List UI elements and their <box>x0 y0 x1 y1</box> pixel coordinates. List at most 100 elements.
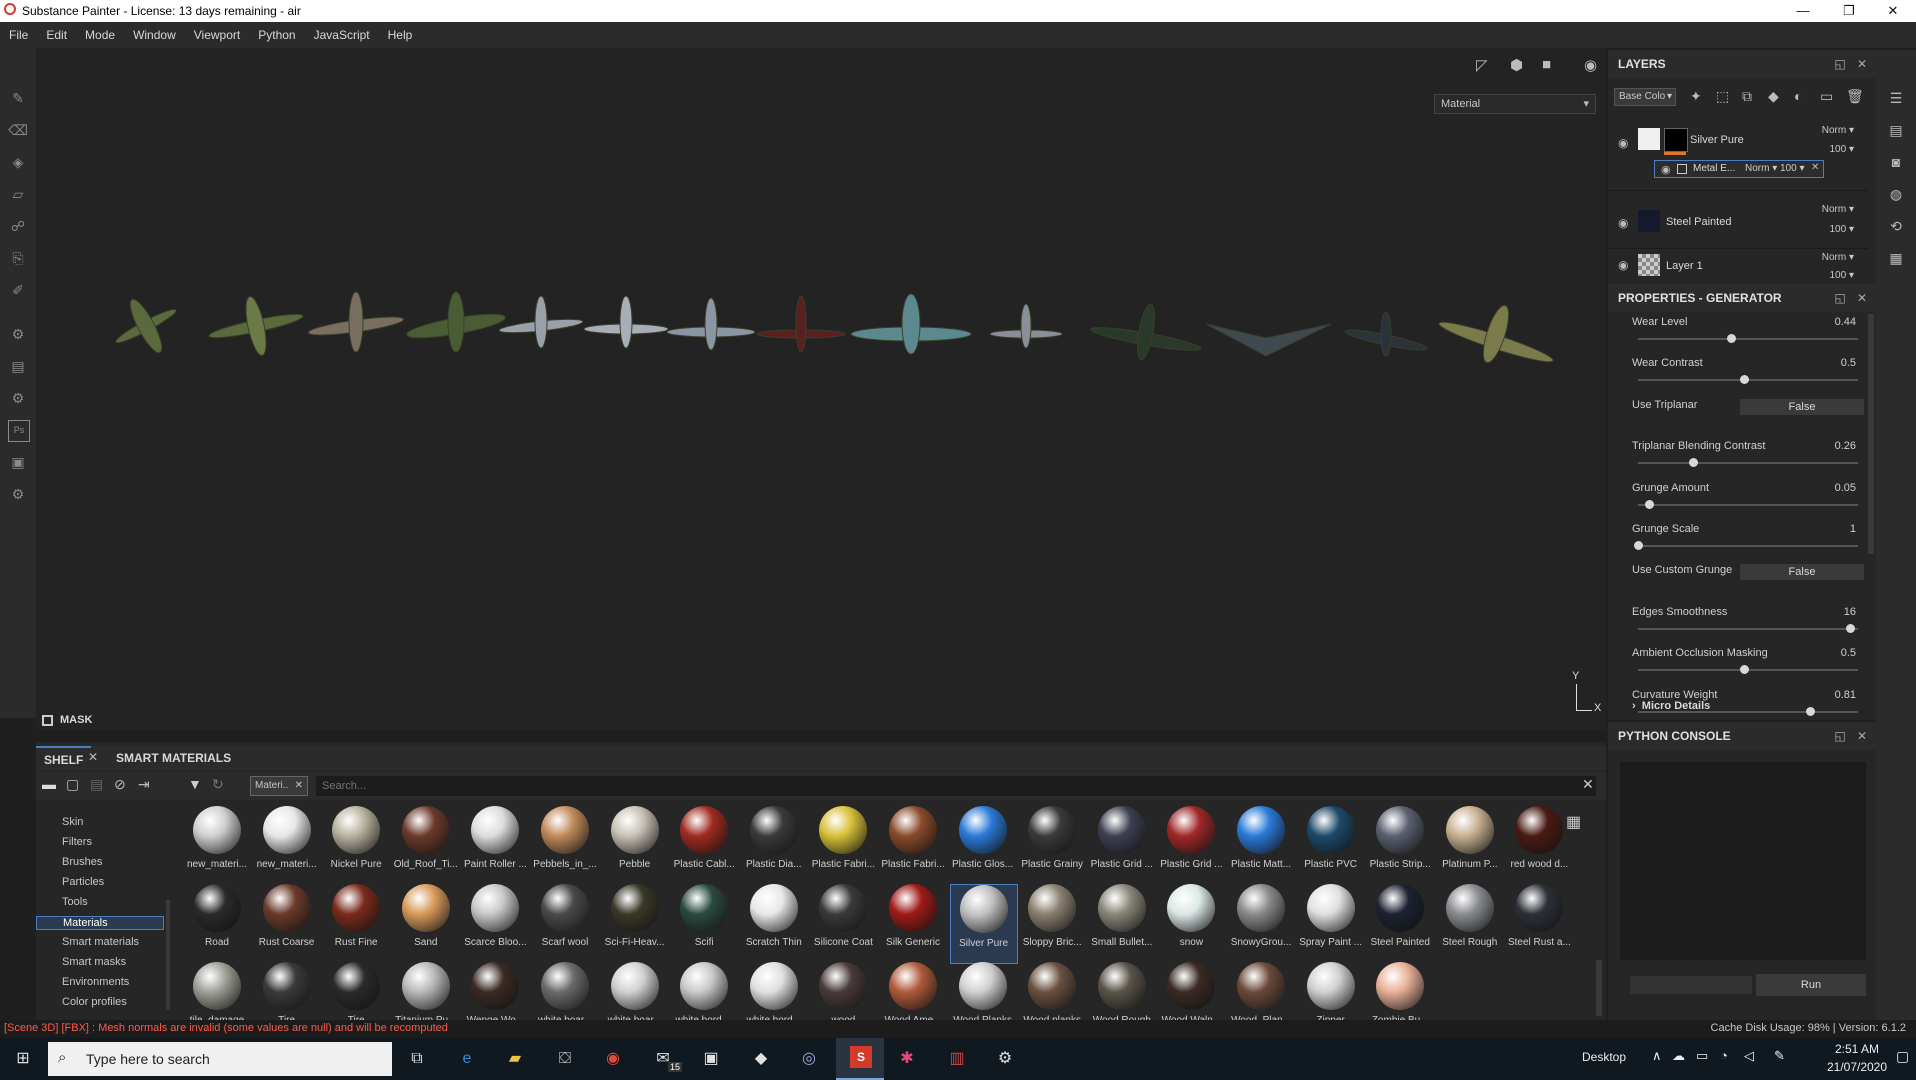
menu-window[interactable]: Window <box>124 22 185 48</box>
save-icon[interactable]: ▤ <box>90 776 103 793</box>
eye-icon[interactable]: ◉ <box>1618 216 1628 230</box>
photoshop-icon[interactable]: Ps <box>8 420 30 442</box>
delete-layer-icon[interactable]: 🗑 <box>1846 88 1864 105</box>
notification-icon[interactable]: ▢ <box>1896 1048 1909 1065</box>
layer-name[interactable]: Steel Painted <box>1666 216 1731 228</box>
slider-handle[interactable] <box>1740 375 1749 385</box>
material-item[interactable]: new_materi... <box>254 806 320 884</box>
close-panel-icon[interactable]: ✕ <box>1852 284 1872 312</box>
wifi-icon[interactable]: ◔ <box>1720 1048 1728 1063</box>
menu-edit[interactable]: Edit <box>37 22 76 48</box>
material-item[interactable]: Rust Coarse <box>254 884 320 962</box>
chrome-icon[interactable]: ◉ <box>600 1046 626 1072</box>
display-settings-icon[interactable]: ◙ <box>1886 152 1906 172</box>
slider-handle[interactable] <box>1689 458 1699 468</box>
material-item[interactable]: Plastic Fabri... <box>810 806 876 884</box>
category-item[interactable]: Smart masks <box>62 956 126 968</box>
add-smart-icon[interactable]: ◐ <box>1794 88 1802 104</box>
console-input[interactable] <box>1630 976 1752 994</box>
file-explorer-icon[interactable]: ▰ <box>502 1046 528 1072</box>
material-item[interactable]: Paint Roller ... <box>462 806 528 884</box>
category-item[interactable]: Environments <box>62 976 129 988</box>
viewport-mode-select[interactable]: Material ▾ <box>1434 94 1596 114</box>
cinema4d-icon[interactable]: ◎ <box>796 1046 822 1072</box>
desktop-toolbar[interactable]: Desktop <box>1582 1050 1626 1064</box>
slider-handle[interactable] <box>1644 499 1654 509</box>
material-item[interactable]: Steel Rust a... <box>1506 884 1572 962</box>
category-item[interactable]: Color profiles <box>62 996 127 1008</box>
param-value[interactable]: 16 <box>1844 606 1856 618</box>
camera-view-icon[interactable]: ◸ <box>1476 56 1488 74</box>
clone-icon[interactable]: ⎘ <box>8 248 28 268</box>
layer-item[interactable]: ◉ Steel Painted Norm ▾ 100 ▾ <box>1608 200 1868 249</box>
material-item[interactable]: Rust Fine <box>323 884 389 962</box>
layer-item[interactable]: ◉ Layer 1 Norm ▾ 100 ▾ <box>1608 248 1868 285</box>
category-item[interactable]: Smart materials <box>62 936 139 948</box>
material-item[interactable]: Scifi <box>671 884 737 962</box>
close-icon[interactable]: ✕ <box>295 777 303 795</box>
material-item[interactable]: Plastic Cabl... <box>671 806 737 884</box>
effect-blend[interactable]: Norm ▾ <box>1745 163 1777 174</box>
tab-smart-materials[interactable]: SMART MATERIALS <box>108 746 239 770</box>
param-value[interactable]: 0.44 <box>1835 316 1856 328</box>
substance-painter-taskbar[interactable]: S <box>836 1038 884 1080</box>
winrar-icon[interactable]: ▥ <box>944 1046 970 1072</box>
float-panel-icon[interactable]: ◱ <box>1830 284 1850 312</box>
settings-icon[interactable]: ⚙ <box>8 324 28 344</box>
material-item[interactable]: Scratch Thin <box>741 884 807 962</box>
material-item[interactable]: Road <box>184 884 250 962</box>
substance-designer-icon[interactable]: ⚙ <box>992 1046 1018 1072</box>
edge-icon[interactable]: e <box>454 1046 480 1072</box>
menu-help[interactable]: Help <box>379 22 422 48</box>
category-item[interactable]: Particles <box>62 876 104 888</box>
battery-icon[interactable]: ▭ <box>1696 1048 1708 1064</box>
material-item[interactable]: SnowyGrou... <box>1228 884 1294 962</box>
eye-icon[interactable]: ◉ <box>1618 258 1628 272</box>
material-item[interactable]: Plastic Strip... <box>1367 806 1433 884</box>
slider-handle[interactable] <box>1634 541 1643 550</box>
material-item[interactable]: Plastic Grainy <box>1019 806 1085 884</box>
slider-track[interactable] <box>1638 627 1858 630</box>
slack-icon[interactable]: ✱ <box>894 1046 920 1072</box>
close-icon[interactable]: ✕ <box>1811 162 1819 173</box>
material-item[interactable]: Spray Paint ... <box>1298 884 1364 962</box>
material-item[interactable]: Silk Generic <box>880 884 946 962</box>
mask-effect-row[interactable]: ◉ Metal E... Norm ▾ 100 ▾ ✕ <box>1654 160 1824 178</box>
param-value[interactable]: 0.81 <box>1835 689 1856 701</box>
screenshot-icon[interactable]: ◉ <box>1584 56 1597 74</box>
add-folder-icon[interactable]: ▭ <box>1820 88 1833 105</box>
slider-handle[interactable] <box>1740 665 1749 675</box>
bool-toggle[interactable]: False <box>1740 564 1864 581</box>
clear-search-icon[interactable]: ✕ <box>1582 776 1594 793</box>
store-icon[interactable]: ⛋ <box>552 1046 578 1072</box>
layer-item[interactable]: ◉ Silver Pure Norm ▾ 100 ▾ ◉ Metal E... … <box>1608 120 1868 191</box>
material-item[interactable]: Scarf wool <box>532 884 598 962</box>
history-icon[interactable]: ⟲ <box>1886 216 1906 236</box>
mask-bar[interactable]: MASK <box>36 712 1606 730</box>
onedrive-icon[interactable]: ☁ <box>1672 1048 1685 1064</box>
micro-details-section[interactable]: › Micro Details <box>1632 700 1710 712</box>
material-item[interactable]: Platinum P... <box>1437 806 1503 884</box>
shader-settings-icon[interactable]: ◍ <box>1886 184 1906 204</box>
maximize-button[interactable]: ❐ <box>1826 0 1872 22</box>
menu-file[interactable]: File <box>0 22 37 48</box>
clock-date[interactable]: 21/07/2020 <box>1822 1060 1892 1074</box>
layer-name[interactable]: Silver Pure <box>1690 134 1744 146</box>
folder-icon[interactable]: ▬ <box>42 776 56 792</box>
channel-select[interactable]: Base Colo ▾ <box>1614 88 1676 106</box>
slider-handle[interactable] <box>1727 334 1737 343</box>
tab-shelf[interactable]: SHELF <box>36 746 92 772</box>
material-item[interactable]: Scarce Bloo... <box>462 884 528 962</box>
material-item[interactable]: Sloppy Bric... <box>1019 884 1085 962</box>
close-panel-icon[interactable]: ✕ <box>1852 722 1872 750</box>
material-item[interactable]: Pebble <box>602 806 668 884</box>
scrollbar[interactable] <box>1868 314 1874 554</box>
polygon-fill-icon[interactable]: ▱ <box>8 184 28 204</box>
param-value[interactable]: 0.5 <box>1841 357 1856 369</box>
add-mask-icon[interactable]: ⬚ <box>1716 88 1729 105</box>
material-item[interactable]: Plastic Grid ... <box>1089 806 1155 884</box>
slider-track[interactable] <box>1638 545 1858 547</box>
paint-brush-icon[interactable]: ✎ <box>8 88 28 108</box>
remote-desktop-icon[interactable]: ▣ <box>698 1046 724 1072</box>
material-item[interactable]: Pebbels_in_... <box>532 806 598 884</box>
